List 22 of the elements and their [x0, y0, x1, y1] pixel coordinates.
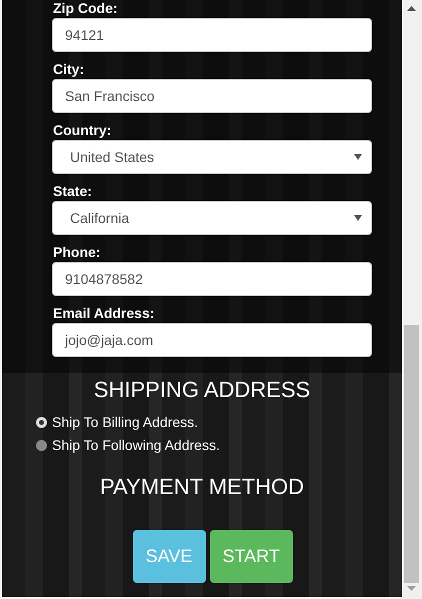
input-field[interactable]: 9104878582: [52, 262, 372, 296]
scroll-up-icon[interactable]: [407, 6, 416, 11]
dropdown[interactable]: California: [52, 201, 372, 235]
field-label: Zip Code:: [52, 0, 119, 16]
caret-icon: [354, 154, 362, 160]
field-label: Phone:: [52, 244, 102, 260]
input-field[interactable]: 94121: [52, 18, 372, 52]
radio-label[interactable]: Ship To Billing Address.: [52, 413, 198, 431]
radio-button[interactable]: [36, 440, 47, 450]
field-label: Email Address:: [52, 305, 156, 321]
radio-label[interactable]: Ship To Following Address.: [52, 436, 220, 454]
section-title: PAYMENT METHOD: [100, 474, 304, 500]
caret-icon: [354, 215, 362, 221]
section-title: SHIPPING ADDRESS: [94, 377, 310, 403]
input-field[interactable]: San Francisco: [52, 79, 372, 113]
radio-button[interactable]: [36, 416, 47, 428]
field-label: City:: [52, 61, 86, 77]
field-label: State:: [52, 183, 93, 199]
input-field[interactable]: jojo@jaja.com: [52, 323, 372, 357]
dropdown[interactable]: United States: [52, 140, 372, 174]
field-label: Country:: [52, 122, 112, 138]
scroll-thumb[interactable]: [404, 325, 419, 583]
